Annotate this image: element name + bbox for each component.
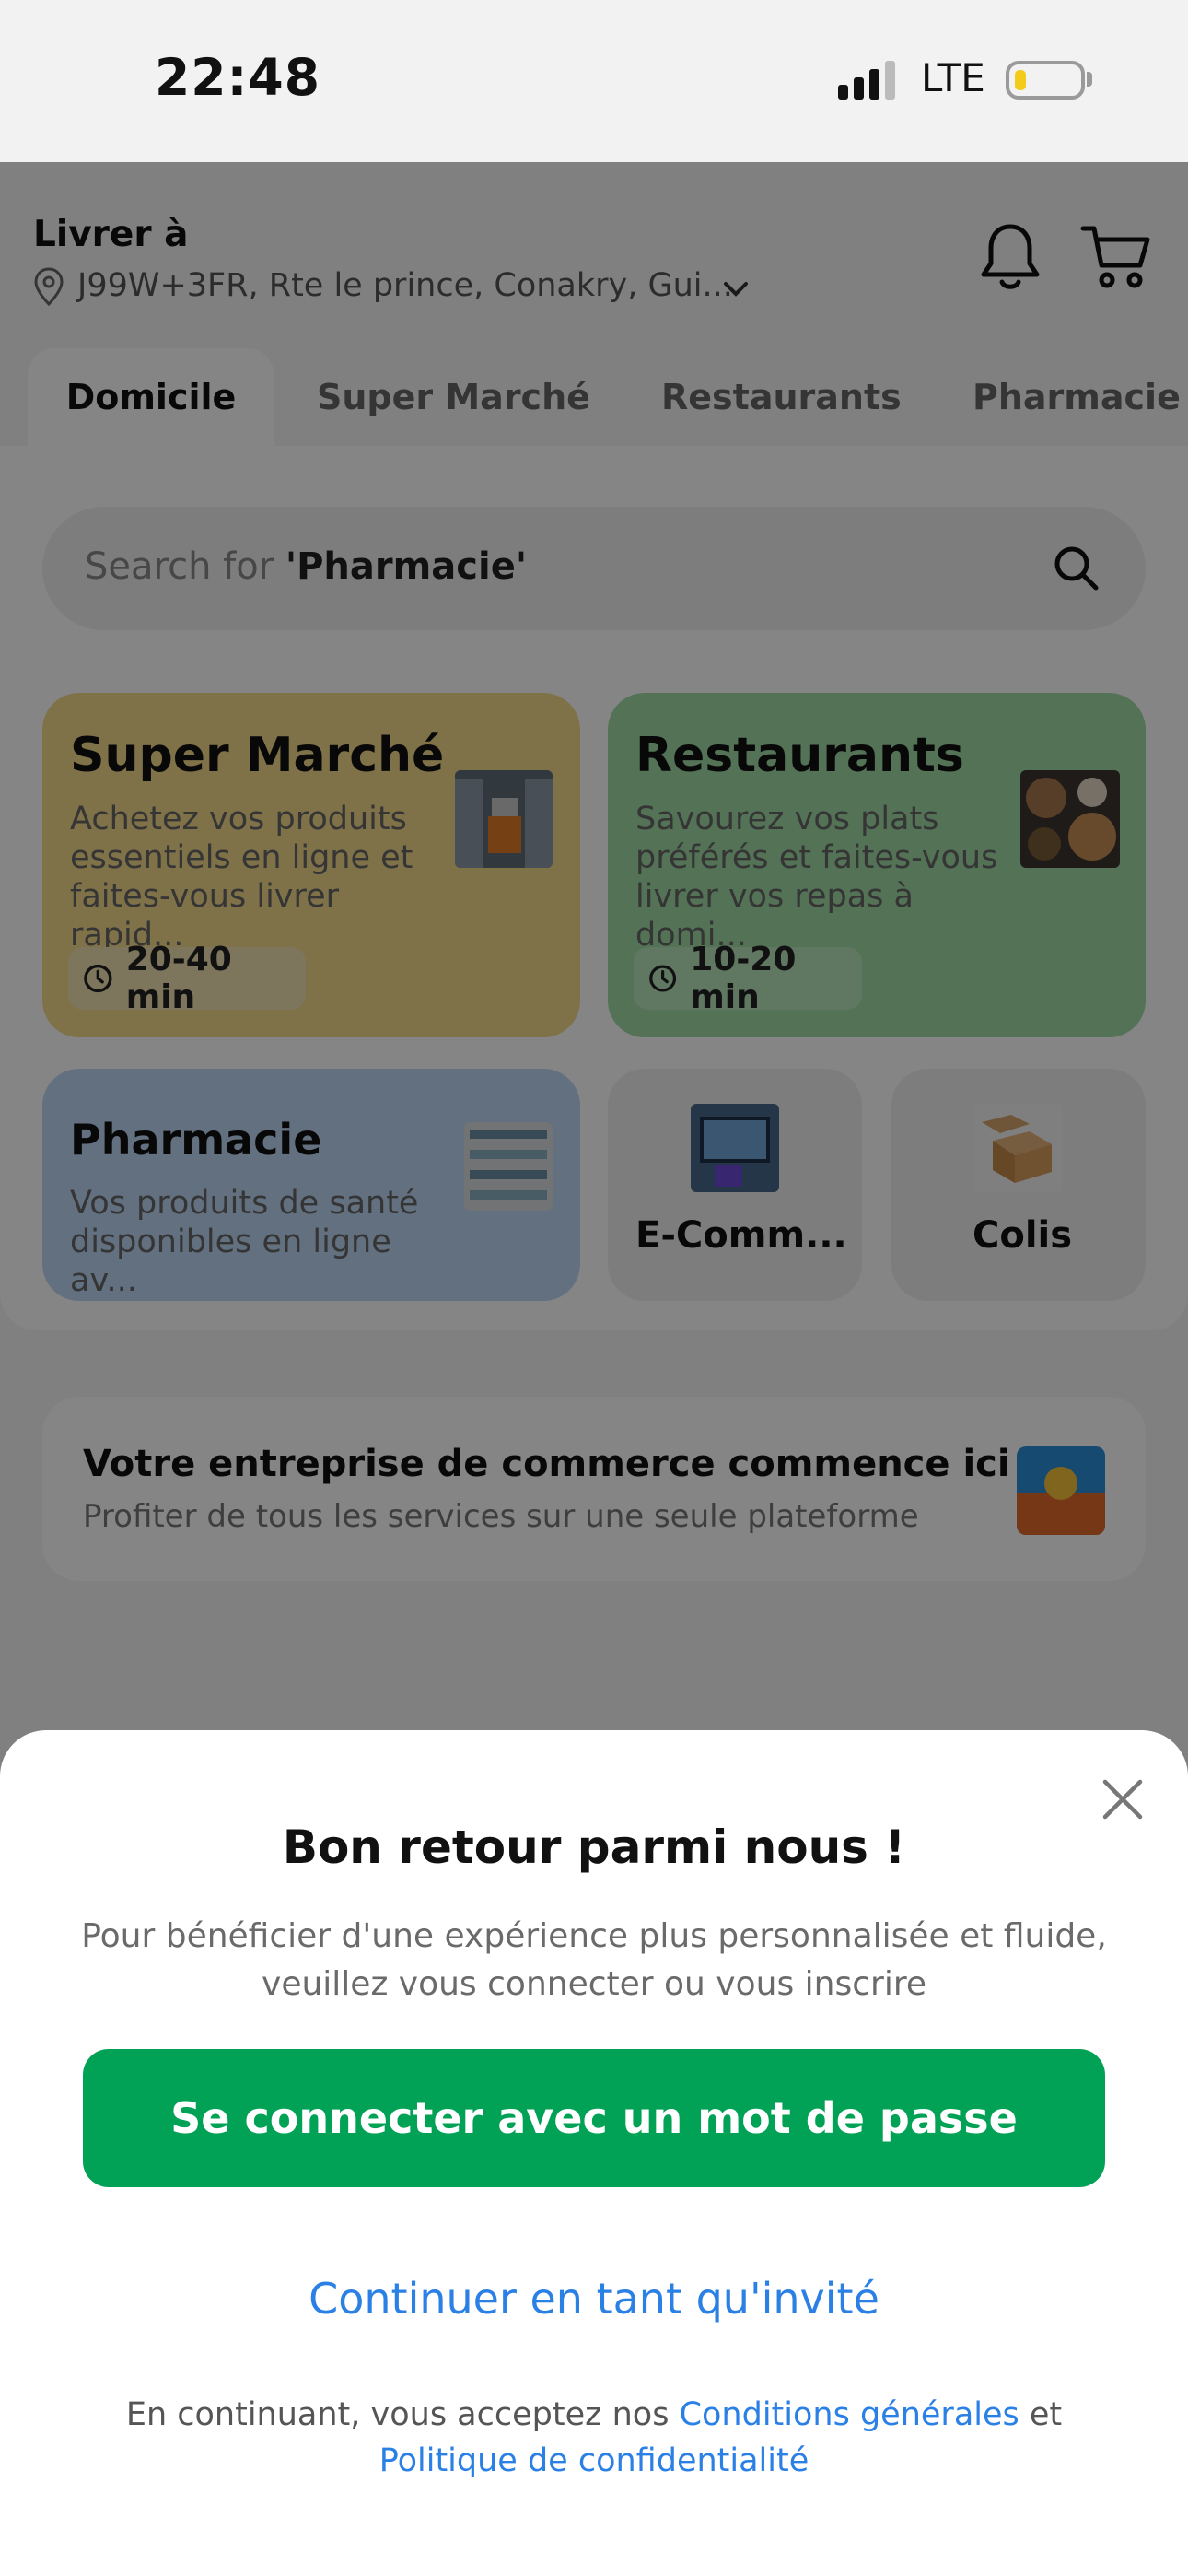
sheet-message: Pour bénéficier d'une expérience plus pe… [81, 1917, 1107, 2003]
terms-link[interactable]: Conditions générales [680, 2396, 1019, 2433]
signal-icon [838, 61, 895, 100]
sheet-title: Bon retour parmi nous ! [282, 1821, 906, 1874]
legal-prefix: En continuant, vous acceptez nos [125, 2396, 680, 2433]
status-time: 22:48 [155, 48, 321, 107]
privacy-link[interactable]: Politique de confidentialité [379, 2442, 809, 2479]
legal-notice: En continuant, vous acceptez nos Conditi… [55, 2392, 1133, 2484]
battery-tip [1087, 72, 1092, 87]
login-password-button[interactable]: Se connecter avec un mot de passe [83, 2049, 1105, 2187]
legal-and: et [1019, 2396, 1063, 2433]
network-type: LTE [921, 55, 985, 100]
close-icon[interactable] [1098, 1774, 1147, 1824]
continue-as-guest-link[interactable]: Continuer en tant qu'invité [0, 2274, 1188, 2324]
battery-icon [1006, 61, 1085, 100]
